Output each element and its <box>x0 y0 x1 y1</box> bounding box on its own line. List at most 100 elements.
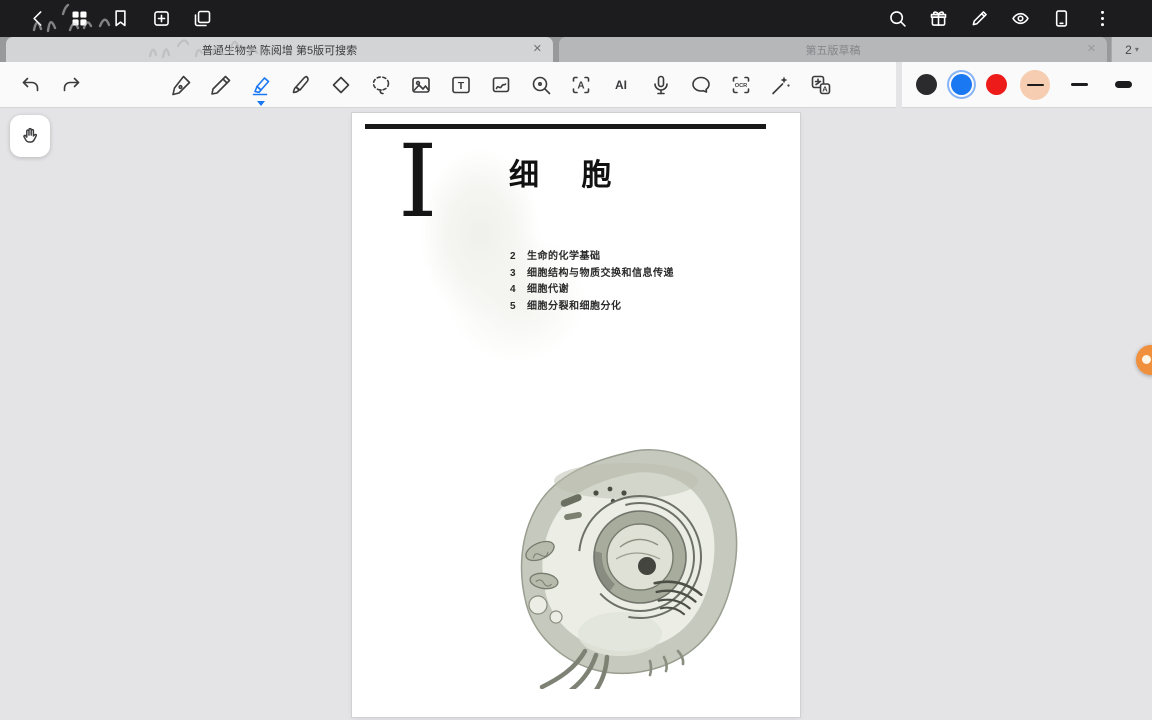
bookmark-button[interactable] <box>108 7 132 31</box>
list-item: 2 生命的化学基础 <box>510 251 674 263</box>
color-swatch-black[interactable] <box>915 74 937 95</box>
eraser-icon <box>332 76 350 93</box>
undo-icon <box>22 77 39 91</box>
page-title: 细 胞 <box>509 159 629 192</box>
topbar-left-group <box>26 7 214 31</box>
brush-pen-icon <box>292 75 309 93</box>
top-navigation-bar <box>0 0 1152 37</box>
device-frame-button[interactable] <box>1049 7 1073 31</box>
color-thickness-panel <box>902 62 1152 108</box>
microphone-icon <box>654 75 668 94</box>
hand-gesture-icon <box>23 127 38 143</box>
list-item: 5 细胞分裂和细胞分化 <box>510 300 674 313</box>
svg-text:T: T <box>458 80 465 92</box>
chapter-number: 4 <box>510 284 516 295</box>
tool-comment[interactable] <box>688 72 714 98</box>
tab-title: 普通生物学 陈阅增 第5版可搜索 <box>201 44 358 57</box>
back-button[interactable] <box>26 7 50 31</box>
tool-lasso[interactable] <box>368 72 394 98</box>
ocr-icon: OCR <box>732 76 750 93</box>
document-canvas-area: I 细 胞 2 生命的化学基础 3 细胞结构与物质交换和信息传递 4 细胞代谢 … <box>0 108 1152 720</box>
redo-button[interactable] <box>58 72 84 98</box>
chapter-title: 生命的化学基础 <box>527 251 601 262</box>
pages-overview-button[interactable] <box>67 7 91 31</box>
search-button[interactable] <box>885 7 909 31</box>
tab-close-button[interactable]: ✕ <box>1087 44 1096 55</box>
chapter-list: 2 生命的化学基础 3 细胞结构与物质交换和信息传递 4 细胞代谢 5 细胞分裂… <box>510 251 674 318</box>
back-chevron-icon <box>32 11 41 26</box>
translate-icon: A <box>811 75 831 94</box>
gift-icon <box>930 11 946 26</box>
color-swatch-red[interactable] <box>985 74 1007 95</box>
chapter-title: 细胞结构与物质交换和信息传递 <box>527 267 674 279</box>
annotate-button[interactable] <box>967 7 991 31</box>
tool-insert-image[interactable] <box>408 72 434 98</box>
app-screen: 普通生物学 陈阅增 第5版可搜索 ✕ 第五版草稿 ✕ 2 ▾ T A AI OC… <box>0 0 1152 720</box>
annotation-toolbar: T A AI OCR A <box>0 62 1152 108</box>
tool-text-recognition[interactable]: A <box>568 72 594 98</box>
chapter-number: 3 <box>510 267 516 279</box>
document-page[interactable]: I 细 胞 2 生命的化学基础 3 细胞结构与物质交换和信息传递 4 细胞代谢 … <box>352 113 800 717</box>
record-dot-icon <box>1142 355 1151 364</box>
floating-tool-button[interactable] <box>10 115 50 157</box>
tab-title: 第五版草稿 <box>805 44 861 57</box>
tool-translate[interactable]: A <box>808 72 834 98</box>
chapter-number: 5 <box>510 300 516 312</box>
tool-shape[interactable] <box>488 72 514 98</box>
cell-illustration <box>520 449 738 689</box>
tool-eraser[interactable] <box>328 72 354 98</box>
ai-icon: AI <box>615 78 627 92</box>
comment-icon <box>692 76 710 93</box>
tab-close-button[interactable]: ✕ <box>533 44 542 55</box>
tool-fountain-pen[interactable] <box>168 72 194 98</box>
topbar-right-group <box>885 7 1114 31</box>
redo-icon <box>63 77 80 91</box>
tool-microphone[interactable] <box>648 72 674 98</box>
tool-laser-pointer[interactable] <box>768 72 794 98</box>
tool-ocr[interactable]: OCR <box>728 72 754 98</box>
tool-ai[interactable]: AI <box>608 72 634 98</box>
eye-icon <box>1011 12 1029 25</box>
grid-icon <box>72 11 86 26</box>
tab-active-document[interactable]: 普通生物学 陈阅增 第5版可搜索 ✕ <box>6 37 553 62</box>
part-number: I <box>398 123 438 240</box>
tool-brush-pen[interactable] <box>288 72 314 98</box>
tab-count-dropdown[interactable]: 2 ▾ <box>1111 37 1152 62</box>
search-icon <box>889 11 906 27</box>
magnifier-icon <box>532 76 551 94</box>
tab-count-value: 2 <box>1125 42 1132 57</box>
screen-record-button[interactable] <box>1136 345 1152 375</box>
svg-text:OCR: OCR <box>735 83 747 89</box>
chapter-title: 细胞分裂和细胞分化 <box>527 300 622 312</box>
shape-icon <box>492 76 510 92</box>
color-swatch-blue[interactable] <box>950 74 972 95</box>
list-item: 3 细胞结构与物质交换和信息传递 <box>510 267 674 280</box>
duplicate-page-button[interactable] <box>190 7 214 31</box>
tool-magnifier[interactable] <box>528 72 554 98</box>
chapter-number: 2 <box>510 251 516 262</box>
ballpoint-pen-icon <box>211 75 231 95</box>
tab-inactive-document[interactable]: 第五版草稿 ✕ <box>559 37 1107 62</box>
thickness-thin[interactable] <box>1020 69 1051 100</box>
text-box-icon: T <box>452 76 470 93</box>
chapter-title: 细胞代谢 <box>527 284 569 295</box>
edit-pen-icon <box>972 11 987 26</box>
more-menu-button[interactable] <box>1090 7 1114 31</box>
chevron-down-icon: ▾ <box>1134 45 1139 54</box>
laser-pointer-icon <box>772 76 790 94</box>
document-tab-bar: 普通生物学 陈阅增 第5版可搜索 ✕ 第五版草稿 ✕ 2 ▾ <box>0 37 1152 62</box>
tool-ballpoint-pen[interactable] <box>208 72 234 98</box>
bookmark-icon <box>114 10 126 27</box>
svg-text:AI: AI <box>615 78 627 92</box>
tool-highlighter[interactable] <box>248 72 274 98</box>
text-recognition-icon: A <box>572 76 590 93</box>
image-icon <box>412 76 430 93</box>
tool-text-box[interactable]: T <box>448 72 474 98</box>
thickness-medium[interactable] <box>1064 70 1094 100</box>
add-page-button[interactable] <box>149 7 173 31</box>
more-dots-icon <box>1100 10 1104 27</box>
thickness-thick[interactable] <box>1108 70 1138 100</box>
gift-button[interactable] <box>926 7 950 31</box>
view-mode-button[interactable] <box>1008 7 1032 31</box>
undo-button[interactable] <box>18 72 44 98</box>
